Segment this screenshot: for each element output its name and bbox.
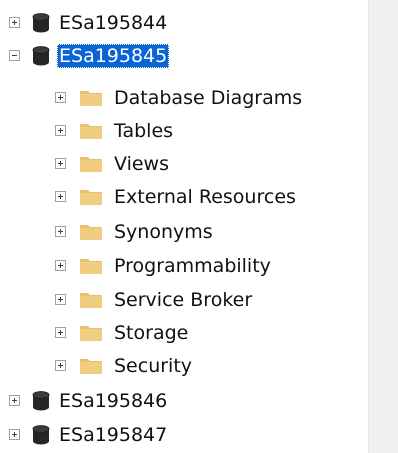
tree-node-folder-programmability[interactable]: Programmability	[55, 249, 273, 282]
folder-label[interactable]: Programmability	[112, 254, 273, 278]
folder-label[interactable]: Views	[112, 152, 171, 176]
tree-node-folder-views[interactable]: Views	[55, 147, 171, 180]
database-label[interactable]: ESa195847	[57, 423, 169, 447]
database-icon	[32, 12, 50, 32]
folder-label[interactable]: Synonyms	[112, 220, 215, 244]
database-icon	[32, 424, 50, 444]
tree-node-folder-database-diagrams[interactable]: Database Diagrams	[55, 81, 304, 114]
expand-icon[interactable]	[55, 260, 66, 271]
expand-icon[interactable]	[55, 125, 66, 136]
tree-node-folder-service-broker[interactable]: Service Broker	[55, 283, 254, 316]
expand-icon[interactable]	[55, 158, 66, 169]
expand-icon[interactable]	[55, 327, 66, 338]
folder-icon	[80, 124, 102, 139]
folder-icon	[80, 293, 102, 308]
expand-icon[interactable]	[55, 191, 66, 202]
database-icon	[32, 390, 50, 410]
folder-icon	[80, 259, 102, 274]
folder-icon	[80, 190, 102, 205]
database-label-selected[interactable]: ESa195845	[57, 43, 170, 68]
folder-label[interactable]: Security	[112, 354, 194, 378]
expand-icon[interactable]	[55, 360, 66, 371]
expand-icon[interactable]	[55, 294, 66, 305]
database-icon	[32, 45, 50, 65]
object-explorer: ESa195844 ESa195845 Database Diagrams Ta…	[0, 0, 398, 453]
expand-icon[interactable]	[9, 395, 20, 406]
expand-icon[interactable]	[55, 92, 66, 103]
folder-icon	[80, 326, 102, 341]
database-label[interactable]: ESa195844	[57, 11, 169, 35]
tree-node-folder-storage[interactable]: Storage	[55, 316, 190, 349]
folder-label[interactable]: Database Diagrams	[112, 86, 304, 110]
folder-label[interactable]: Storage	[112, 321, 190, 345]
tree-node-folder-synonyms[interactable]: Synonyms	[55, 215, 215, 248]
object-explorer-tree[interactable]: ESa195844 ESa195845 Database Diagrams Ta…	[0, 0, 368, 453]
tree-node-database-esa195846[interactable]: ESa195846	[9, 384, 169, 417]
folder-label[interactable]: External Resources	[112, 185, 298, 209]
expand-icon[interactable]	[9, 429, 20, 440]
folder-label[interactable]: Tables	[112, 119, 175, 143]
expand-icon[interactable]	[55, 226, 66, 237]
tree-node-database-esa195844[interactable]: ESa195844	[9, 6, 169, 39]
folder-label[interactable]: Service Broker	[112, 288, 254, 312]
tree-node-database-esa195845[interactable]: ESa195845	[9, 39, 170, 72]
folder-icon	[80, 359, 102, 374]
tree-node-folder-external-resources[interactable]: External Resources	[55, 180, 298, 213]
side-panel-strip	[368, 0, 398, 453]
folder-icon	[80, 157, 102, 172]
folder-icon	[80, 225, 102, 240]
tree-node-folder-tables[interactable]: Tables	[55, 114, 175, 147]
tree-node-database-esa195847[interactable]: ESa195847	[9, 418, 169, 451]
folder-icon	[80, 91, 102, 106]
collapse-icon[interactable]	[9, 50, 20, 61]
database-label[interactable]: ESa195846	[57, 389, 169, 413]
expand-icon[interactable]	[9, 17, 20, 28]
tree-node-folder-security[interactable]: Security	[55, 349, 194, 382]
